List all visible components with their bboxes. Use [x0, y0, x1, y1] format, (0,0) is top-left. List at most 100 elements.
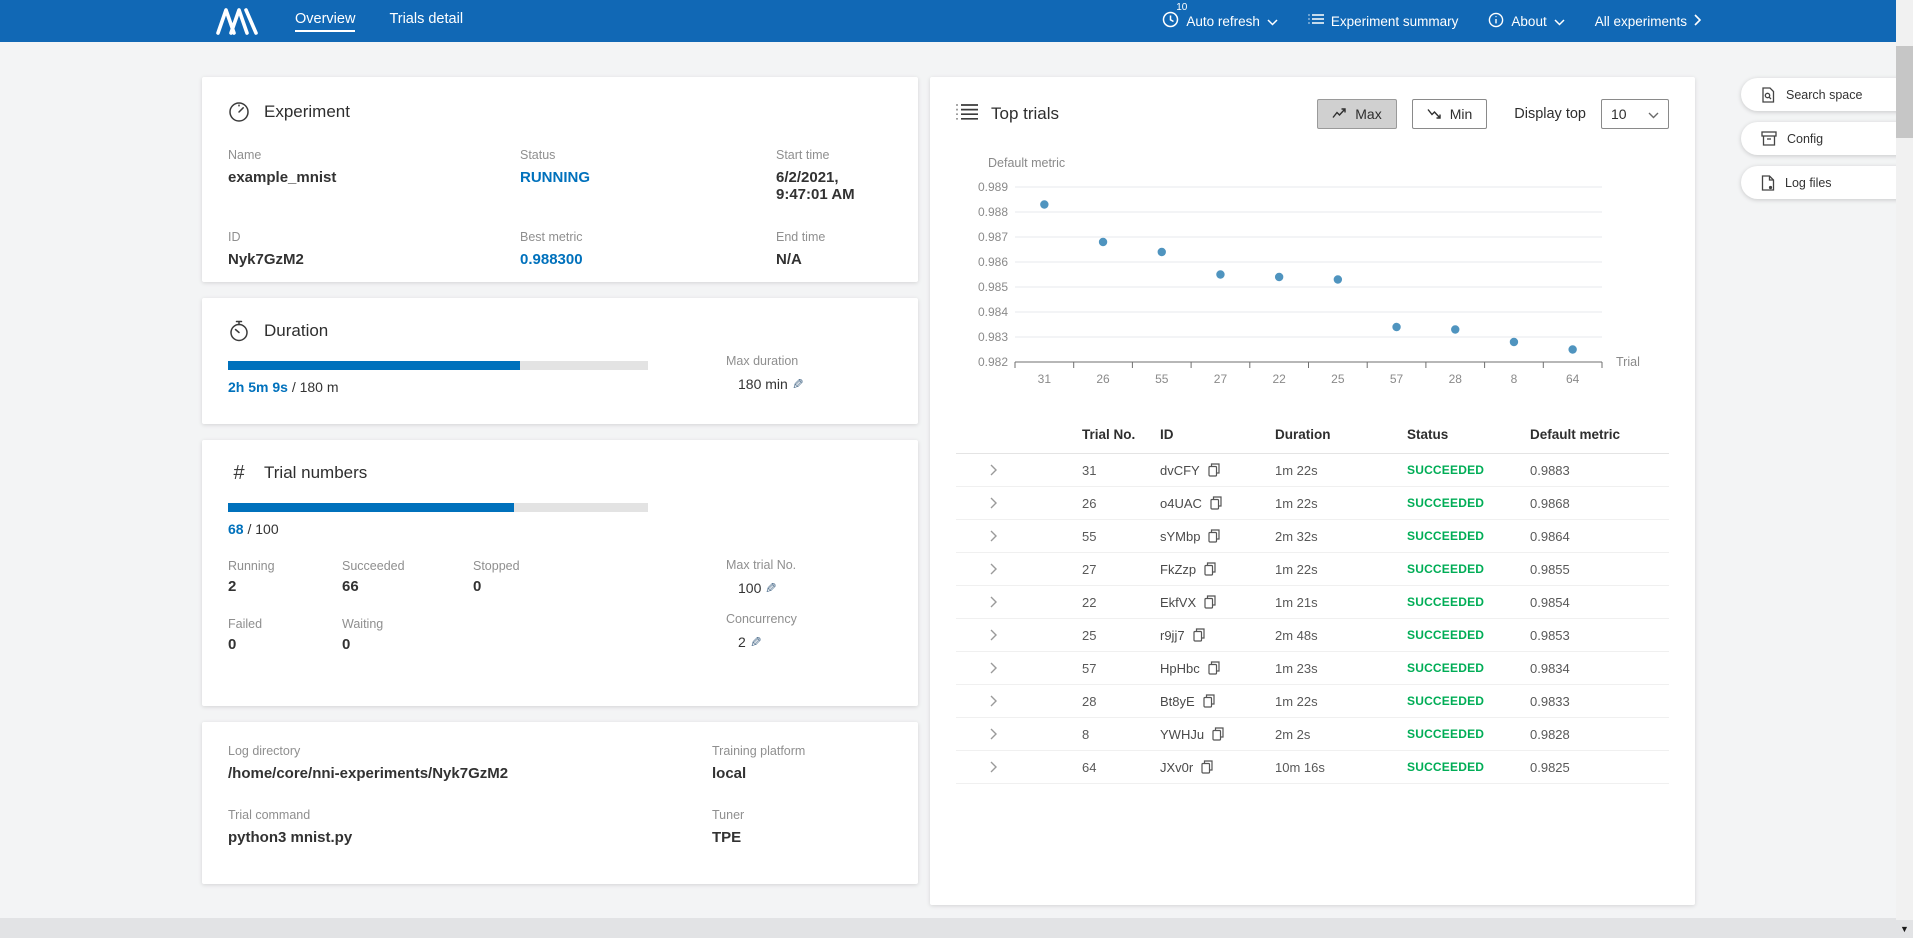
copy-icon[interactable] [1208, 463, 1220, 477]
table-row: 26 o4UAC 1m 22s SUCCEEDED 0.9868 [956, 487, 1669, 520]
cell-trial-no: 55 [1082, 529, 1160, 544]
min-toggle-button[interactable]: Min [1412, 99, 1488, 129]
nni-logo-icon [215, 6, 261, 36]
col-duration: Duration [1275, 427, 1407, 442]
cell-trial-no: 31 [1082, 463, 1160, 478]
expand-row-chevron-icon[interactable] [990, 530, 1082, 542]
copy-icon[interactable] [1208, 661, 1220, 675]
svg-text:8: 8 [1511, 372, 1518, 386]
cell-duration: 10m 16s [1275, 760, 1407, 775]
duration-card-title: Duration [264, 321, 328, 341]
col-default-metric: Default metric [1530, 427, 1669, 442]
edit-icon[interactable]: ✎ [792, 376, 804, 393]
display-top-label: Display top [1514, 106, 1586, 122]
end-time-value: N/A [776, 251, 892, 268]
table-row: 31 dvCFY 1m 22s SUCCEEDED 0.9883 [956, 454, 1669, 487]
trial-id-text: Bt8yE [1160, 694, 1195, 709]
col-status: Status [1407, 427, 1530, 442]
cell-status: SUCCEEDED [1407, 562, 1530, 576]
trial-id-text: FkZzp [1160, 562, 1196, 577]
svg-text:31: 31 [1038, 372, 1052, 386]
trial-id-text: YWHJu [1160, 727, 1204, 742]
cell-duration: 1m 22s [1275, 694, 1407, 709]
cell-trial-no: 57 [1082, 661, 1160, 676]
copy-icon[interactable] [1201, 760, 1213, 774]
trend-up-icon [1332, 106, 1347, 122]
expand-row-chevron-icon[interactable] [990, 728, 1082, 740]
svg-text:55: 55 [1155, 372, 1169, 386]
svg-text:0.982: 0.982 [978, 355, 1008, 369]
list-icon [1308, 13, 1324, 30]
cell-default-metric: 0.9868 [1530, 496, 1669, 511]
cell-status: SUCCEEDED [1407, 628, 1530, 642]
expand-row-chevron-icon[interactable] [990, 761, 1082, 773]
copy-icon[interactable] [1193, 628, 1205, 642]
trial-id-text: HpHbc [1160, 661, 1200, 676]
cell-status: SUCCEEDED [1407, 694, 1530, 708]
elapsed-duration: 2h 5m 9s [228, 379, 288, 395]
start-time-value: 6/2/2021, 9:47:01 AM [776, 169, 892, 203]
expand-row-chevron-icon[interactable] [990, 596, 1082, 608]
edit-icon[interactable]: ✎ [765, 580, 777, 597]
scroll-down-arrow[interactable]: ▼ [1896, 920, 1913, 938]
trial-numbers-card-title: Trial numbers [264, 463, 367, 483]
tab-trials-detail[interactable]: Trials detail [389, 11, 463, 32]
cell-id: EkfVX [1160, 595, 1275, 610]
all-experiments-link[interactable]: All experiments [1595, 14, 1701, 29]
expand-row-chevron-icon[interactable] [990, 497, 1082, 509]
svg-text:0.985: 0.985 [978, 280, 1008, 294]
trial-id-text: EkfVX [1160, 595, 1196, 610]
config-button[interactable]: Config [1741, 122, 1913, 155]
training-platform-value: local [712, 765, 892, 782]
cell-duration: 1m 21s [1275, 595, 1407, 610]
auto-refresh-menu[interactable]: 10 Auto refresh [1162, 11, 1278, 31]
total-duration: 180 m [300, 379, 339, 395]
max-duration-label: Max duration [726, 354, 876, 368]
display-top-select[interactable]: 10 [1601, 99, 1669, 129]
experiment-summary-button[interactable]: Experiment summary [1308, 13, 1459, 30]
max-button-label: Max [1355, 106, 1381, 122]
cell-id: o4UAC [1160, 496, 1275, 511]
search-space-icon [1761, 87, 1776, 103]
cell-default-metric: 0.9864 [1530, 529, 1669, 544]
copy-icon[interactable] [1210, 496, 1222, 510]
vertical-scrollbar[interactable]: ▼ [1896, 0, 1913, 938]
concurrency-value: 2 [738, 634, 746, 650]
expand-row-chevron-icon[interactable] [990, 629, 1082, 641]
edit-icon[interactable]: ✎ [750, 634, 762, 651]
experiment-id-value: Nyk7GzM2 [228, 251, 520, 268]
table-row: 27 FkZzp 1m 22s SUCCEEDED 0.9855 [956, 553, 1669, 586]
copy-icon[interactable] [1212, 727, 1224, 741]
default-metric-scatter-chart: Default metric0.9890.9880.9870.9860.9850… [956, 151, 1669, 400]
chevron-right-icon [1694, 14, 1701, 29]
cell-id: sYMbp [1160, 529, 1275, 544]
expand-row-chevron-icon[interactable] [990, 695, 1082, 707]
max-toggle-button[interactable]: Max [1317, 99, 1396, 129]
about-menu[interactable]: About [1488, 12, 1564, 31]
expand-row-chevron-icon[interactable] [990, 662, 1082, 674]
log-files-button[interactable]: Log files [1741, 166, 1913, 199]
copy-icon[interactable] [1204, 595, 1216, 609]
cell-trial-no: 64 [1082, 760, 1160, 775]
svg-text:0.986: 0.986 [978, 255, 1008, 269]
top-trials-card: Top trials Max Min Display top 10 [930, 77, 1695, 905]
cell-duration: 1m 22s [1275, 496, 1407, 511]
scrollbar-thumb[interactable] [1896, 46, 1913, 138]
cell-trial-no: 27 [1082, 562, 1160, 577]
copy-icon[interactable] [1204, 562, 1216, 576]
copy-icon[interactable] [1208, 529, 1220, 543]
tab-overview[interactable]: Overview [295, 11, 355, 32]
copy-icon[interactable] [1203, 694, 1215, 708]
table-row: 22 EkfVX 1m 21s SUCCEEDED 0.9854 [956, 586, 1669, 619]
search-space-button[interactable]: Search space [1741, 78, 1913, 111]
trials-total-count: 100 [255, 521, 278, 537]
expand-row-chevron-icon[interactable] [990, 464, 1082, 476]
cell-default-metric: 0.9833 [1530, 694, 1669, 709]
stat-label: Stopped [473, 559, 653, 573]
cell-trial-no: 22 [1082, 595, 1160, 610]
col-id: ID [1160, 427, 1275, 442]
cell-trial-no: 28 [1082, 694, 1160, 709]
hash-icon: # [228, 462, 250, 484]
expand-row-chevron-icon[interactable] [990, 563, 1082, 575]
succeeded-count: 66 [342, 578, 473, 595]
